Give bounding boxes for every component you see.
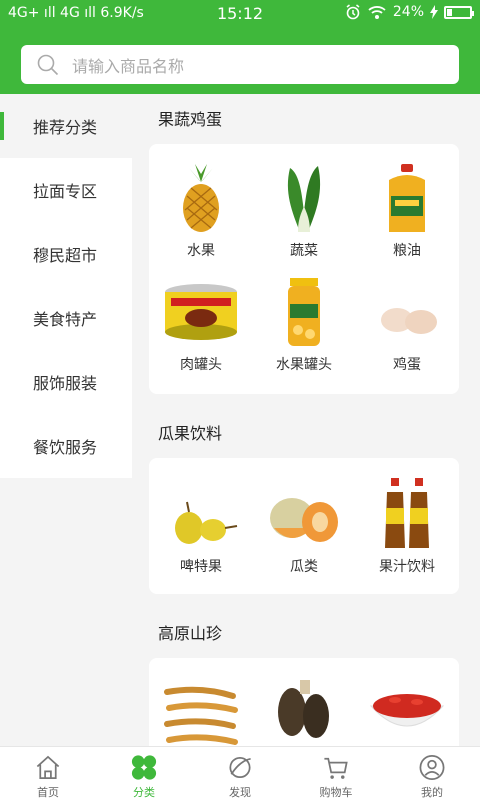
sidebar-item-local-food[interactable]: 美食特产 bbox=[0, 286, 132, 350]
bok-choy-icon bbox=[287, 166, 321, 232]
melon-icon bbox=[270, 498, 338, 542]
search-placeholder: 请输入商品名称 bbox=[72, 56, 185, 76]
header: 请输入商品名称 bbox=[0, 28, 480, 94]
category-item-vegetables[interactable]: 蔬菜 bbox=[254, 162, 354, 260]
category-item-label: 蔬菜 bbox=[290, 243, 318, 259]
category-item-cordyceps[interactable] bbox=[151, 676, 251, 746]
category-item-label: 粮油 bbox=[393, 243, 421, 259]
tab-category[interactable]: 分类 bbox=[96, 747, 192, 800]
section-title: 果蔬鸡蛋 bbox=[158, 110, 223, 129]
pear-icon bbox=[175, 501, 238, 544]
wifi-icon bbox=[368, 6, 386, 19]
juice-bottles-icon bbox=[385, 478, 429, 548]
cart-icon bbox=[324, 757, 348, 779]
search-input[interactable]: 请输入商品名称 bbox=[21, 45, 459, 84]
category-item-eggs[interactable]: 鸡蛋 bbox=[357, 276, 457, 374]
category-item-canned-meat[interactable]: 肉罐头 bbox=[151, 276, 251, 374]
tab-profile[interactable]: 我的 bbox=[384, 747, 480, 800]
category-item-fruit[interactable]: 水果 bbox=[151, 162, 251, 260]
search-icon bbox=[37, 54, 59, 75]
battery-percent: 24% bbox=[392, 4, 424, 20]
category-item-juice[interactable]: 果汁饮料 bbox=[357, 478, 457, 576]
sidebar-item-label: 穆民超市 bbox=[33, 246, 98, 265]
profile-icon bbox=[419, 755, 445, 780]
category-card: 水果 蔬菜 粮油 肉罐头 水果罐头 鸡蛋 bbox=[149, 144, 459, 394]
battery-icon bbox=[444, 5, 474, 19]
tab-cart[interactable]: 购物车 bbox=[288, 747, 384, 800]
tab-label: 购物车 bbox=[319, 786, 353, 799]
category-item-morel[interactable] bbox=[254, 676, 354, 746]
tab-discover[interactable]: 发现 bbox=[192, 747, 288, 800]
discover-icon bbox=[229, 756, 251, 779]
bottom-tab-bar: 首页 分类 发现 购物车 我的 bbox=[0, 746, 480, 800]
category-item-label: 水果 bbox=[187, 243, 215, 259]
sidebar-item-recommended[interactable]: 推荐分类 bbox=[0, 94, 132, 158]
sidebar-item-catering[interactable]: 餐饮服务 bbox=[0, 414, 132, 478]
section-title: 瓜果饮料 bbox=[158, 424, 223, 443]
category-card: 啤特果 瓜类 果汁饮料 bbox=[149, 458, 459, 594]
charging-icon bbox=[430, 5, 438, 19]
category-item-melons[interactable]: 瓜类 bbox=[254, 478, 354, 576]
meat-can-icon bbox=[165, 284, 237, 340]
category-item-label: 果汁饮料 bbox=[379, 559, 435, 575]
sidebar-item-label: 拉面专区 bbox=[33, 182, 98, 201]
category-card bbox=[149, 658, 459, 746]
tab-label: 我的 bbox=[421, 786, 443, 799]
category-item-label: 水果罐头 bbox=[276, 357, 332, 373]
category-item-pear[interactable]: 啤特果 bbox=[151, 478, 251, 576]
status-right: 24% bbox=[345, 4, 474, 20]
sidebar-item-label: 推荐分类 bbox=[33, 118, 98, 137]
morel-mushroom-icon bbox=[278, 680, 329, 738]
sidebar-item-supermarket[interactable]: 穆民超市 bbox=[0, 222, 132, 286]
category-icon bbox=[131, 755, 157, 780]
pineapple-icon bbox=[183, 164, 219, 232]
battery-fill bbox=[447, 8, 452, 16]
tab-label: 发现 bbox=[229, 786, 251, 799]
cordyceps-icon bbox=[164, 686, 238, 745]
alarm-icon bbox=[346, 4, 360, 20]
category-item-label: 瓜类 bbox=[290, 559, 318, 575]
category-item-canned-fruit[interactable]: 水果罐头 bbox=[254, 276, 354, 374]
sidebar-item-label: 餐饮服务 bbox=[33, 438, 98, 457]
category-item-label: 啤特果 bbox=[180, 559, 222, 575]
category-sidebar: 推荐分类 拉面专区 穆民超市 美食特产 服饰服装 餐饮服务 bbox=[0, 94, 132, 478]
tab-home[interactable]: 首页 bbox=[0, 747, 96, 800]
fruit-jar-icon bbox=[288, 278, 320, 346]
goji-berries-icon bbox=[369, 694, 445, 727]
category-item-grain-oil[interactable]: 粮油 bbox=[357, 162, 457, 260]
status-bar: 4G+ ıll 4G ıll 6.9K/s 15:12 24% bbox=[0, 0, 480, 28]
sidebar-item-clothing[interactable]: 服饰服装 bbox=[0, 350, 132, 414]
tab-label: 分类 bbox=[133, 786, 155, 799]
category-item-label: 鸡蛋 bbox=[393, 357, 421, 373]
sidebar-item-label: 美食特产 bbox=[33, 310, 98, 329]
eggs-icon bbox=[381, 308, 437, 334]
sidebar-item-noodles[interactable]: 拉面专区 bbox=[0, 158, 132, 222]
category-content: 果蔬鸡蛋 水果 蔬菜 粮油 肉罐头 水果罐头 鸡蛋 瓜果饮料 啤特果 瓜类 果汁… bbox=[132, 94, 480, 746]
section-title: 高原山珍 bbox=[158, 624, 223, 643]
category-item-goji[interactable] bbox=[357, 676, 457, 746]
sidebar-item-label: 服饰服装 bbox=[33, 374, 98, 393]
home-icon bbox=[36, 755, 60, 780]
tab-label: 首页 bbox=[37, 786, 59, 799]
oil-bottle-icon bbox=[389, 164, 425, 232]
category-item-label: 肉罐头 bbox=[180, 357, 222, 373]
